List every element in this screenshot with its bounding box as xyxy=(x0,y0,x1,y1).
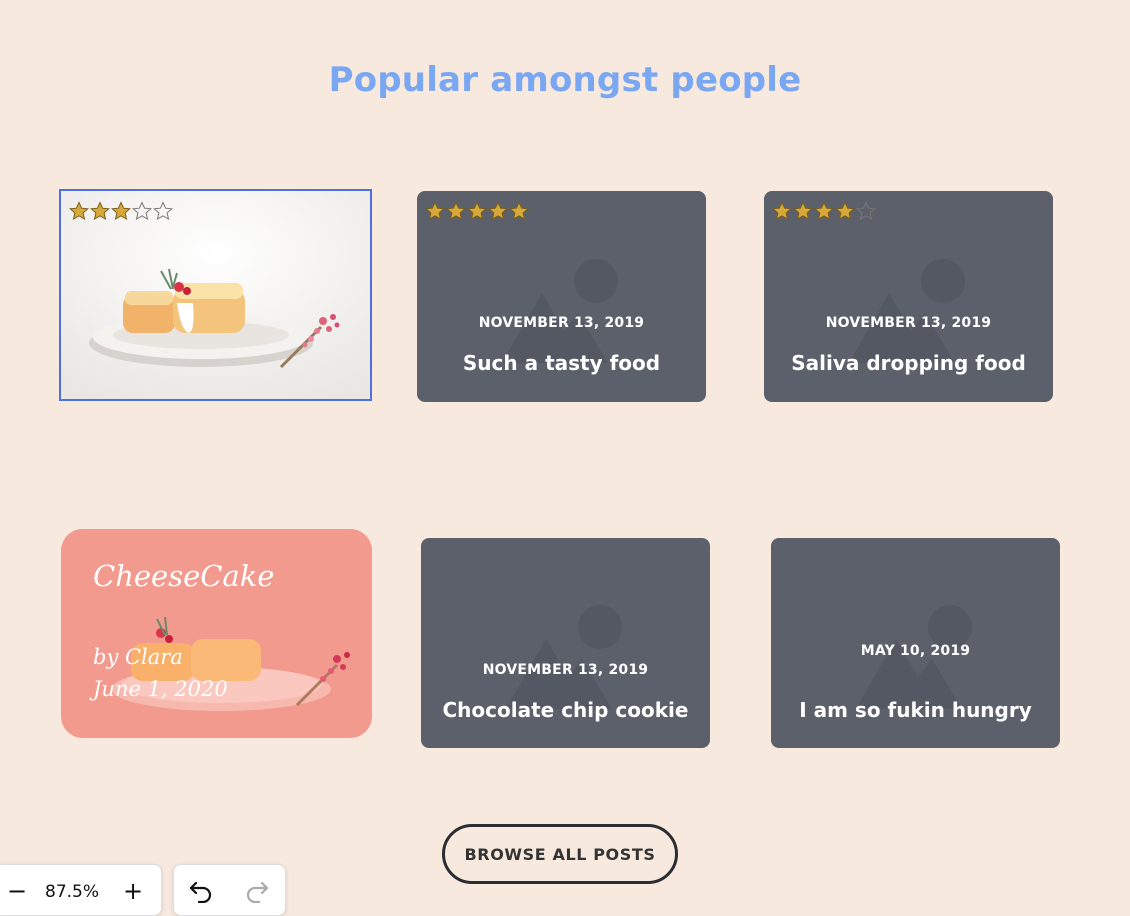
post-date: MAY 10, 2019 xyxy=(860,643,971,659)
cheesecake-photo xyxy=(61,191,370,399)
zoom-level: 87.5% xyxy=(45,882,100,902)
undo-icon[interactable] xyxy=(188,877,214,903)
star-filled-icon xyxy=(488,201,508,221)
star-filled-icon xyxy=(90,201,110,221)
post-title[interactable]: Such a tasty food xyxy=(417,351,706,375)
section-title: Popular amongst people xyxy=(328,60,802,100)
star-empty-icon xyxy=(153,201,173,221)
rating-stars xyxy=(69,201,173,221)
post-card[interactable]: NOVEMBER 13, 2019 Chocolate chip cookie xyxy=(421,538,710,748)
post-date: NOVEMBER 13, 2019 xyxy=(478,315,645,331)
star-filled-icon xyxy=(835,201,855,221)
star-filled-icon xyxy=(69,201,89,221)
image-placeholder-icon xyxy=(505,605,622,709)
star-filled-icon xyxy=(509,201,529,221)
post-title[interactable]: Chocolate chip cookie xyxy=(421,698,710,722)
image-placeholder-icon xyxy=(501,258,618,363)
star-filled-icon xyxy=(772,201,792,221)
post-card[interactable]: NOVEMBER 13, 2019 Such a tasty food xyxy=(417,191,706,402)
image-placeholder-icon xyxy=(848,258,965,363)
star-filled-icon xyxy=(446,201,466,221)
post-title[interactable]: Saliva dropping food xyxy=(764,351,1053,375)
post-card-image[interactable] xyxy=(59,189,372,401)
history-controls xyxy=(173,864,286,916)
post-title[interactable]: I am so fukin hungry xyxy=(771,698,1060,722)
post-card[interactable]: NOVEMBER 13, 2019 Saliva dropping food xyxy=(764,191,1053,402)
rating-stars xyxy=(425,201,529,221)
star-filled-icon xyxy=(111,201,131,221)
featured-date: June 1, 2020 xyxy=(93,677,228,701)
star-empty-icon xyxy=(132,201,152,221)
featured-title[interactable]: CheeseCake xyxy=(93,559,274,593)
star-filled-icon xyxy=(814,201,834,221)
rating-stars xyxy=(772,201,876,221)
star-filled-icon xyxy=(425,201,445,221)
post-date: NOVEMBER 13, 2019 xyxy=(482,662,649,678)
zoom-control: − 87.5% + xyxy=(0,864,162,916)
star-filled-icon xyxy=(793,201,813,221)
post-card[interactable]: MAY 10, 2019 I am so fukin hungry xyxy=(771,538,1060,748)
star-filled-icon xyxy=(467,201,487,221)
featured-author: by Clara xyxy=(93,645,183,669)
redo-icon[interactable] xyxy=(244,877,270,903)
featured-post-card[interactable]: CheeseCake by Clara June 1, 2020 xyxy=(61,529,372,738)
star-empty-icon xyxy=(856,201,876,221)
browse-all-posts-button[interactable]: BROWSE ALL POSTS xyxy=(442,824,678,884)
post-date: NOVEMBER 13, 2019 xyxy=(825,315,992,331)
